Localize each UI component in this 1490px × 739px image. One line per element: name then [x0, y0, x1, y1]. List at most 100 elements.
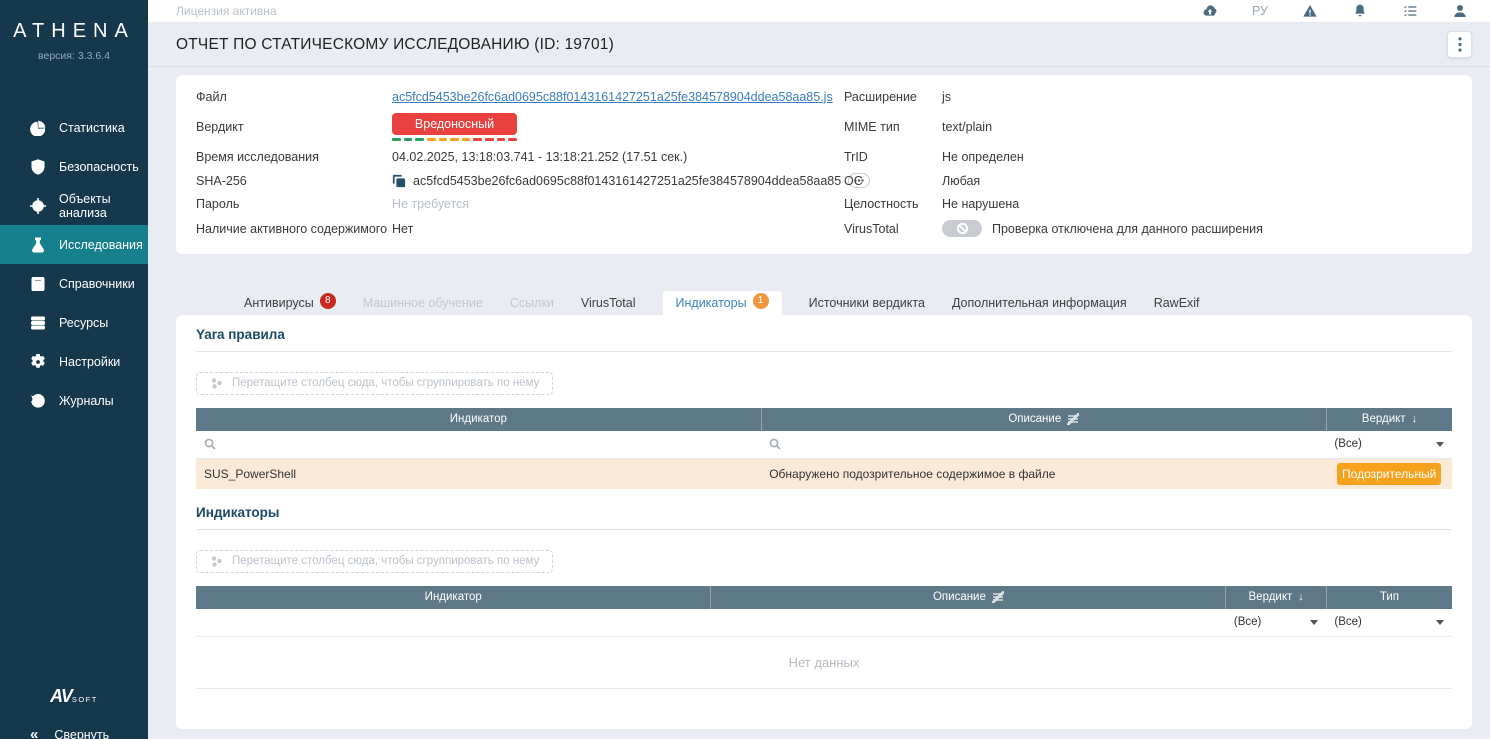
shield-icon [30, 159, 46, 175]
sidebar-item-label: Объекты анализа [59, 192, 148, 220]
target-icon [30, 198, 46, 214]
sidebar-item-statistics[interactable]: Статистика [0, 108, 148, 147]
verdict-badge: Вредоносный [392, 113, 517, 135]
tab-rawexif[interactable]: RawExif [1154, 291, 1200, 315]
yara-filter-row: (Все) [196, 431, 1452, 459]
scan-time-value: 04.02.2025, 13:18:03.741 - 13:18:21.252 … [392, 146, 844, 169]
yara-row-description: Обнаружено подозрительное содержимое в ф… [761, 459, 1326, 489]
tab-additional-info[interactable]: Дополнительная информация [952, 291, 1127, 315]
yara-col-verdict[interactable]: Вердикт ↓ [1326, 408, 1452, 431]
tab-antiviruses[interactable]: Антивирусы 8 [244, 291, 336, 315]
app-window: ATHENA версия: 3.3.6.4 Статистика Безопа… [0, 0, 1490, 739]
verdict-indicator: Вредоносный [392, 113, 517, 142]
yara-verdict-filter-select[interactable]: (Все) [1334, 438, 1444, 450]
sidebar-item-security[interactable]: Безопасность [0, 147, 148, 186]
disabled-toggle [942, 220, 982, 237]
indicators-col-type[interactable]: Тип [1326, 586, 1452, 609]
sidebar-item-label: Ресурсы [59, 316, 108, 330]
sidebar-item-label: Справочники [59, 277, 135, 291]
yara-col-description[interactable]: Описание [761, 408, 1326, 431]
tasks-icon[interactable] [1401, 3, 1418, 20]
indicators-verdict-filter-select[interactable]: (Все) [1234, 616, 1318, 628]
password-value: Не требуется [392, 193, 844, 216]
history-icon [30, 393, 46, 409]
tab-verdict-sources[interactable]: Источники вердикта [809, 291, 925, 315]
indicators-col-verdict[interactable]: Вердикт ↓ [1226, 586, 1326, 609]
sidebar: ATHENA версия: 3.3.6.4 Статистика Безопа… [0, 0, 148, 739]
sidebar-item-label: Статистика [59, 121, 125, 135]
active-content-value: Нет [392, 217, 844, 240]
severity-scale [392, 138, 517, 142]
yara-description-filter-input[interactable] [787, 437, 1318, 451]
flask-icon [30, 237, 46, 253]
app-version: версия: 3.3.6.4 [0, 50, 148, 62]
yara-col-indicator[interactable]: Индикатор [196, 408, 761, 431]
group-icon [210, 555, 223, 568]
suspicious-badge: Подозрительный [1337, 463, 1441, 485]
yara-table: Индикатор Описание Вердикт ↓ [196, 408, 1452, 489]
sidebar-item-directories[interactable]: Справочники [0, 264, 148, 303]
mime-value: text/plain [942, 115, 1452, 138]
verdict-label: Вердикт [196, 115, 392, 138]
file-link[interactable]: ac5fcd5453be26fc6ad0695c88f0143161427251… [392, 90, 833, 104]
indicators-description-filter-input[interactable] [719, 615, 874, 629]
search-icon [769, 438, 781, 450]
mime-label: MIME тип [844, 115, 942, 138]
sidebar-menu: Статистика Безопасность Объекты анализа … [0, 108, 148, 420]
sidebar-item-journals[interactable]: Журналы [0, 381, 148, 420]
sidebar-item-label: Настройки [59, 355, 120, 369]
yara-group-dropzone: Перетащите столбец сюда, чтобы сгруппиро… [196, 372, 553, 395]
indicators-count-badge: 1 [753, 293, 769, 309]
collapse-sidebar-button[interactable]: « Свернуть [0, 726, 148, 739]
report-body: Файл ac5fcd5453be26fc6ad0695c88f01431614… [148, 67, 1490, 729]
sidebar-item-resources[interactable]: Ресурсы [0, 303, 148, 342]
ungroup-icon [992, 591, 1004, 603]
indicators-section-title: Индикаторы [196, 505, 1452, 530]
sidebar-item-analysis-objects[interactable]: Объекты анализа [0, 186, 148, 225]
collapse-label: Свернуть [54, 728, 109, 739]
cloud-upload-icon[interactable] [1202, 3, 1219, 20]
copy-icon[interactable] [392, 174, 406, 188]
sidebar-item-label: Журналы [59, 394, 114, 408]
warning-icon[interactable] [1301, 3, 1318, 20]
os-value: Любая [942, 169, 1452, 192]
indicators-panel: Yara правила Перетащите столбец сюда, чт… [176, 315, 1472, 730]
bell-icon[interactable] [1351, 3, 1368, 20]
sha256-label: SHA-256 [196, 169, 392, 192]
report-tabs: Антивирусы 8 Машинное обучение Ссылки Vi… [176, 291, 1472, 315]
file-info-card: Файл ac5fcd5453be26fc6ad0695c88f01431614… [176, 75, 1472, 254]
chevron-down-icon [1436, 620, 1444, 625]
integrity-label: Целостность [844, 193, 942, 216]
chevron-down-icon [1436, 442, 1444, 447]
indicators-indicator-filter-input[interactable] [204, 615, 359, 629]
indicators-col-indicator[interactable]: Индикатор [196, 586, 711, 609]
indicators-col-description[interactable]: Описание [711, 586, 1226, 609]
file-info-grid: Файл ac5fcd5453be26fc6ad0695c88f01431614… [196, 85, 1452, 242]
indicators-filter-row: (Все) (Все) [196, 609, 1452, 637]
more-actions-button[interactable] [1447, 31, 1472, 58]
scan-time-label: Время исследования [196, 146, 392, 169]
yara-indicator-filter-input[interactable] [222, 437, 753, 451]
sort-descending-icon: ↓ [1412, 413, 1418, 425]
sidebar-item-label: Безопасность [59, 160, 139, 174]
sidebar-item-investigations[interactable]: Исследования [0, 225, 148, 264]
sha256-row: ac5fcd5453be26fc6ad0695c88f0143161427251… [392, 173, 870, 188]
indicators-type-filter-select[interactable]: (Все) [1334, 616, 1444, 628]
sha256-value: ac5fcd5453be26fc6ad0695c88f0143161427251… [413, 174, 841, 188]
tab-virustotal[interactable]: VirusTotal [581, 291, 636, 315]
sort-descending-icon: ↓ [1298, 591, 1304, 603]
group-icon [210, 377, 223, 390]
integrity-value: Не нарушена [942, 193, 1452, 216]
language-toggle[interactable]: РУ [1252, 4, 1268, 18]
indicators-group-dropzone: Перетащите столбец сюда, чтобы сгруппиро… [196, 550, 553, 573]
yara-table-row[interactable]: SUS_PowerShell Обнаружено подозрительное… [196, 459, 1452, 489]
avsoft-logo: AVSOFT [0, 686, 148, 707]
server-icon [30, 315, 46, 331]
indicators-table: Индикатор Описание Вердикт ↓ [196, 586, 1452, 690]
sidebar-item-settings[interactable]: Настройки [0, 342, 148, 381]
license-status: Лицензия активна [176, 4, 277, 18]
virustotal-label: VirusTotal [844, 217, 942, 240]
user-icon[interactable] [1451, 3, 1468, 20]
tab-indicators[interactable]: Индикаторы 1 [663, 291, 782, 315]
tab-links: Ссылки [510, 291, 554, 315]
